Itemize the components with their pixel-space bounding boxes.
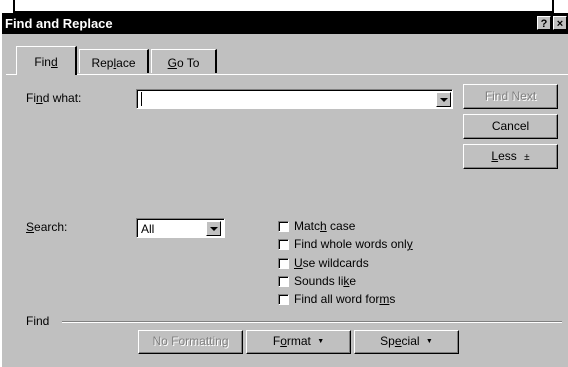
text-cursor xyxy=(141,92,142,106)
format-menu-arrow-icon: ▼ xyxy=(317,338,325,345)
dialog-title: Find and Replace xyxy=(5,16,113,31)
find-replace-dialog: Find and Replace ? × Find Replace Go To … xyxy=(0,13,568,367)
up-arrow-icon: ± xyxy=(524,152,530,163)
find-section-divider xyxy=(62,321,562,323)
word-forms-label: Find all word forms xyxy=(294,292,396,306)
find-what-dropdown-icon[interactable] xyxy=(436,92,451,107)
close-button[interactable]: × xyxy=(553,16,567,30)
search-dropdown-icon[interactable] xyxy=(206,221,221,236)
word-forms-checkbox[interactable] xyxy=(278,294,289,305)
sounds-like-label: Sounds like xyxy=(294,274,357,288)
wildcards-label: Use wildcards xyxy=(294,256,369,270)
tab-find[interactable]: Find xyxy=(16,46,77,75)
search-select[interactable]: All xyxy=(136,218,225,238)
find-what-label: Find what: xyxy=(26,91,82,105)
format-button[interactable]: Format ▼ xyxy=(246,330,351,354)
match-case-checkbox[interactable] xyxy=(278,221,289,232)
background-window-edge xyxy=(13,0,554,13)
title-bar: Find and Replace ? × xyxy=(2,13,568,34)
no-formatting-button[interactable]: No Formatting xyxy=(138,330,243,354)
tab-replace[interactable]: Replace xyxy=(79,49,149,73)
special-menu-arrow-icon: ▼ xyxy=(425,338,433,345)
search-select-value: All xyxy=(141,222,155,236)
help-button[interactable]: ? xyxy=(537,16,551,30)
cancel-button[interactable]: Cancel xyxy=(463,114,558,139)
tab-goto[interactable]: Go To xyxy=(151,49,217,73)
search-label: Search: xyxy=(26,220,68,234)
whole-words-label: Find whole words only xyxy=(294,237,413,251)
find-section-label: Find xyxy=(26,314,50,328)
match-case-label: Match case xyxy=(294,219,356,233)
find-next-button[interactable]: Find Next xyxy=(463,84,558,109)
less-button[interactable]: Less ± xyxy=(463,144,558,169)
find-what-combobox[interactable] xyxy=(136,89,453,109)
wildcards-checkbox[interactable] xyxy=(278,258,289,269)
sounds-like-checkbox[interactable] xyxy=(278,276,289,287)
special-button[interactable]: Special ▼ xyxy=(354,330,459,354)
whole-words-checkbox[interactable] xyxy=(278,239,289,250)
